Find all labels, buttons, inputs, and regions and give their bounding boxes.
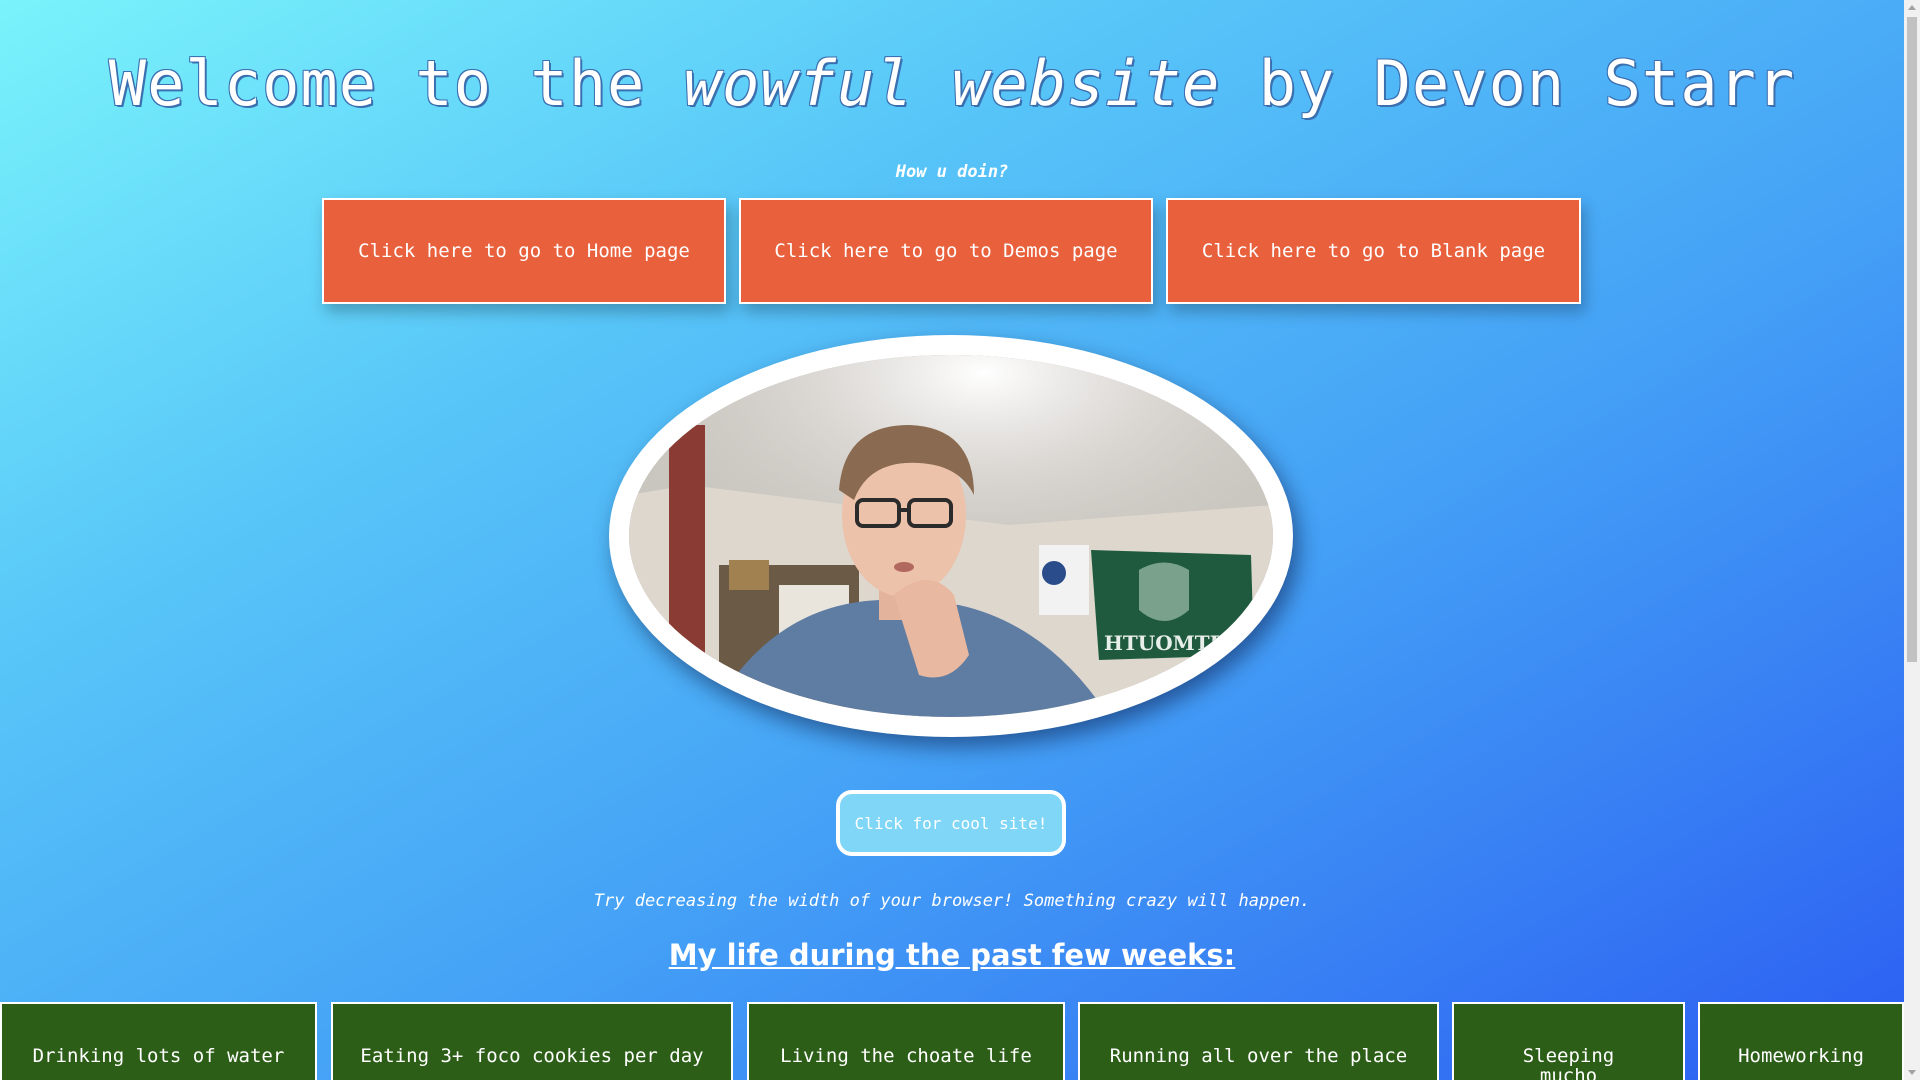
flag-text: HTUOMTR	[1104, 631, 1227, 655]
browser-width-tip: Try decreasing the width of your browser…	[593, 891, 1311, 911]
vertical-scrollbar[interactable]	[1904, 0, 1920, 1080]
blank-page-button[interactable]: Click here to go to Blank page	[1166, 198, 1581, 304]
page-title: Welcome to the wowful website by Devon S…	[0, 44, 1904, 124]
life-card-label: Homeworking	[1738, 1045, 1864, 1067]
home-page-button[interactable]: Click here to go to Home page	[322, 198, 726, 304]
life-card-label: Living the choate life	[780, 1045, 1032, 1067]
scroll-down-arrow-icon[interactable]	[1904, 1064, 1920, 1080]
life-card: Eating 3+ foco cookies per day	[331, 1002, 733, 1080]
section-heading: My life during the past few weeks:	[668, 938, 1236, 972]
life-card-label: Eating 3+ foco cookies per day	[360, 1045, 704, 1067]
title-suffix: by Devon Starr	[1258, 47, 1796, 120]
page-background: Welcome to the wowful website by Devon S…	[0, 0, 1904, 1080]
page-subtitle: How u doin?	[895, 162, 1009, 182]
title-prefix: Welcome to the	[108, 47, 646, 120]
scroll-up-arrow-icon[interactable]	[1904, 0, 1920, 16]
profile-photo-frame: HTUOMTR	[609, 335, 1293, 737]
demos-page-button[interactable]: Click here to go to Demos page	[739, 198, 1153, 304]
scrollbar-thumb[interactable]	[1907, 17, 1917, 662]
life-card-label: Drinking lots of water	[32, 1045, 285, 1067]
life-card: Living the choate life	[747, 1002, 1065, 1080]
life-card: Homeworking	[1698, 1002, 1904, 1080]
life-card: Running all over the place	[1078, 1002, 1439, 1080]
profile-photo: HTUOMTR	[629, 355, 1273, 717]
title-emphasis: wowful website	[683, 47, 1221, 120]
life-card: Sleeping mucho	[1452, 1002, 1685, 1080]
life-card: Drinking lots of water	[0, 1002, 317, 1080]
life-card-label: Running all over the place	[1109, 1045, 1408, 1067]
cool-site-button[interactable]: Click for cool site!	[836, 790, 1066, 856]
life-card-label: Sleeping mucho	[1522, 1045, 1615, 1080]
